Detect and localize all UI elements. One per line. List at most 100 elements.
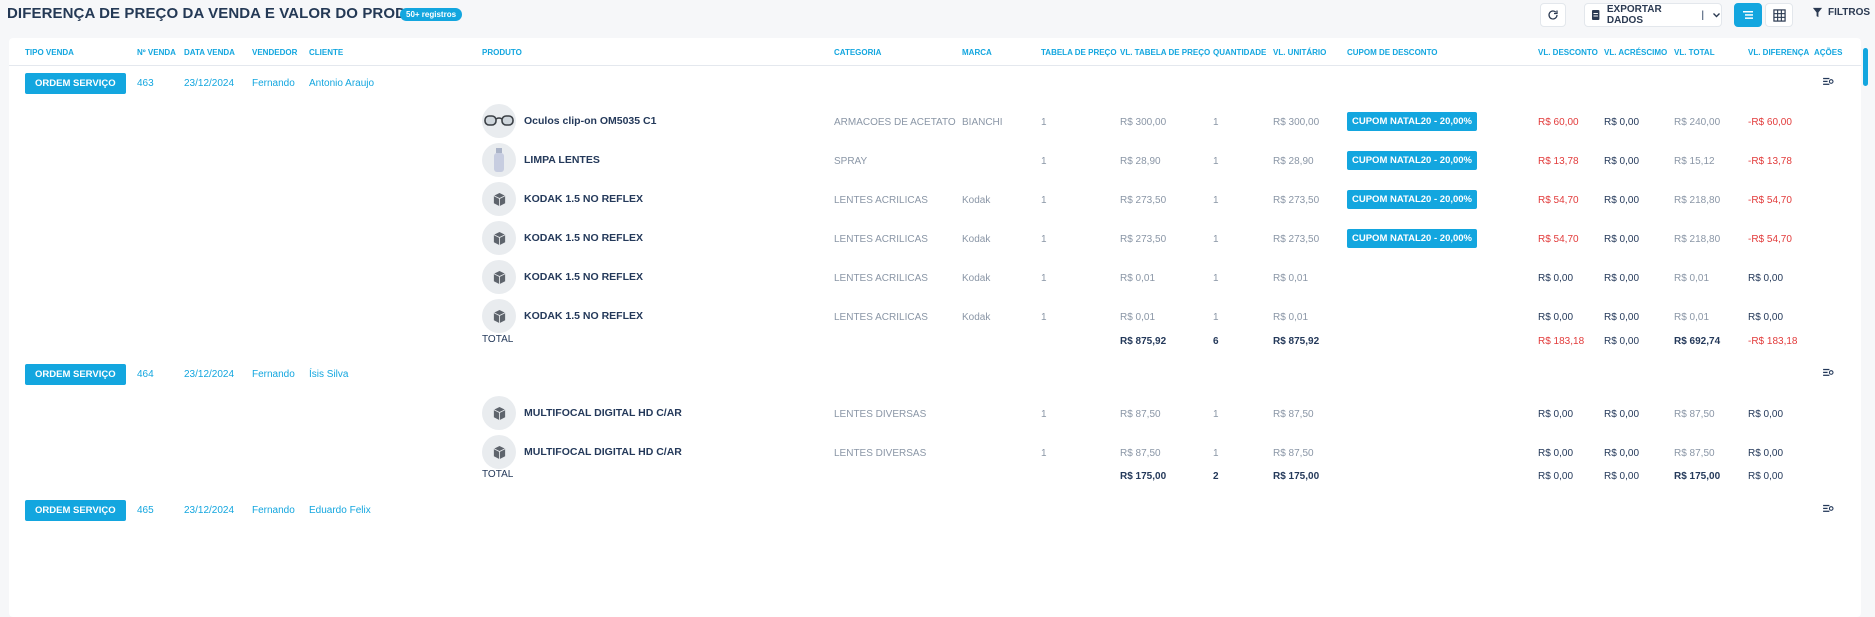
scrollbar-thumb[interactable] (1863, 48, 1868, 86)
col-data-venda[interactable]: DATA VENDA (184, 48, 235, 57)
export-separator: | (1701, 9, 1704, 21)
quantity: 1 (1213, 312, 1219, 323)
price-table-value: R$ 300,00 (1120, 117, 1167, 128)
product-thumbnail (482, 182, 516, 216)
product-category: LENTES ACRILICAS (834, 195, 928, 206)
sale-number-link[interactable]: 464 (137, 369, 154, 380)
refresh-button[interactable] (1540, 3, 1566, 27)
quantity: 1 (1213, 195, 1219, 206)
price-table-value: R$ 273,50 (1120, 195, 1167, 206)
col-vl-total[interactable]: VL. TOTAL (1674, 48, 1715, 57)
surcharge-value: R$ 0,00 (1604, 195, 1640, 206)
total-value: R$ 218,80 (1674, 234, 1721, 245)
grid-view-button[interactable] (1765, 3, 1793, 27)
coupon-badge: CUPOM NATAL20 - 20,00% (1347, 151, 1478, 170)
product-brand: BIANCHI (962, 117, 1003, 128)
discount-value: R$ 0,00 (1538, 448, 1574, 459)
surcharge-value: R$ 0,00 (1604, 117, 1640, 128)
product-category: LENTES DIVERSAS (834, 448, 927, 459)
surcharge-value: R$ 0,00 (1604, 312, 1640, 323)
col-quantidade[interactable]: QUANTIDADE (1213, 48, 1266, 57)
product-thumbnail (482, 435, 516, 469)
total-price-table-value: R$ 875,92 (1120, 336, 1167, 347)
coupon-badge: CUPOM NATAL20 - 20,00% (1347, 229, 1478, 248)
unit-value: R$ 0,01 (1273, 273, 1309, 284)
col-vl-acrescimo[interactable]: VL. ACRÉSCIMO (1604, 48, 1667, 57)
product-thumbnail (482, 299, 516, 333)
sale-client-link[interactable]: Ísis Silva (309, 369, 348, 380)
col-produto[interactable]: PRODUTO (482, 48, 522, 57)
product-name: KODAK 1.5 NO REFLEX (524, 193, 644, 205)
sale-type-button[interactable]: ORDEM SERVIÇO (25, 73, 126, 94)
col-marca[interactable]: MARCA (962, 48, 992, 57)
product-name: KODAK 1.5 NO REFLEX (524, 232, 644, 244)
sale-date: 23/12/2024 (184, 78, 235, 89)
total-value: R$ 15,12 (1674, 156, 1715, 167)
view-details-icon[interactable] (1823, 504, 1834, 515)
col-cliente[interactable]: CLIENTE (309, 48, 343, 57)
product-brand: Kodak (962, 312, 991, 323)
col-vl-unitario[interactable]: VL. UNITÁRIO (1273, 48, 1326, 57)
list-view-button[interactable] (1734, 3, 1762, 27)
total-sum: R$ 175,00 (1674, 471, 1721, 482)
price-table-value: R$ 0,01 (1120, 273, 1156, 284)
unit-value: R$ 87,50 (1273, 409, 1314, 420)
sale-type-button[interactable]: ORDEM SERVIÇO (25, 500, 126, 521)
total-surcharge: R$ 0,00 (1604, 471, 1640, 482)
total-surcharge: R$ 0,00 (1604, 336, 1640, 347)
col-vendedor[interactable]: VENDEDOR (252, 48, 297, 57)
sale-number-link[interactable]: 463 (137, 78, 154, 89)
product-thumbnail (482, 221, 516, 255)
filters-button[interactable]: FILTROS (1812, 7, 1870, 18)
refresh-icon (1548, 10, 1558, 20)
sale-number-link[interactable]: 465 (137, 505, 154, 516)
chevron-down-icon[interactable] (1712, 10, 1721, 20)
surcharge-value: R$ 0,00 (1604, 409, 1640, 420)
coupon-badge: CUPOM NATAL20 - 20,00% (1347, 190, 1478, 209)
surcharge-value: R$ 0,00 (1604, 234, 1640, 245)
quantity: 1 (1213, 273, 1219, 284)
product-category: LENTES DIVERSAS (834, 409, 927, 420)
col-vl-tabela-preco[interactable]: VL. TABELA DE PREÇO (1120, 48, 1210, 57)
price-table: 1 (1041, 156, 1047, 167)
product-thumbnail (482, 260, 516, 294)
sale-type-button[interactable]: ORDEM SERVIÇO (25, 364, 126, 385)
price-table: 1 (1041, 448, 1047, 459)
col-tabela-preco[interactable]: TABELA DE PREÇO (1041, 48, 1117, 57)
total-value: R$ 240,00 (1674, 117, 1721, 128)
total-quantity: 2 (1213, 471, 1219, 482)
product-category: SPRAY (834, 156, 868, 167)
quantity: 1 (1213, 234, 1219, 245)
table-header: TIPO VENDA Nº VENDA DATA VENDA VENDEDOR … (9, 38, 1861, 66)
price-table-value: R$ 0,01 (1120, 312, 1156, 323)
col-cupom-desconto[interactable]: CUPOM DE DESCONTO (1347, 48, 1438, 57)
scrollbar-track[interactable] (1861, 38, 1870, 617)
col-tipo-venda[interactable]: TIPO VENDA (25, 48, 74, 57)
difference-value: -R$ 60,00 (1748, 117, 1792, 128)
sale-seller: Fernando (252, 369, 295, 380)
discount-value: R$ 54,70 (1538, 195, 1579, 206)
price-table-value: R$ 28,90 (1120, 156, 1161, 167)
sale-date: 23/12/2024 (184, 369, 235, 380)
col-numero-venda[interactable]: Nº VENDA (137, 48, 176, 57)
unit-value: R$ 28,90 (1273, 156, 1314, 167)
view-details-icon[interactable] (1823, 368, 1834, 379)
price-table-value: R$ 87,50 (1120, 409, 1161, 420)
col-categoria[interactable]: CATEGORIA (834, 48, 881, 57)
view-details-icon[interactable] (1823, 77, 1834, 88)
difference-value: R$ 0,00 (1748, 273, 1784, 284)
difference-value: -R$ 54,70 (1748, 234, 1792, 245)
export-data-button[interactable]: EXPORTAR DADOS | (1584, 3, 1722, 27)
col-vl-diferenca[interactable]: VL. DIFERENÇA (1748, 48, 1809, 57)
sale-client-link[interactable]: Eduardo Felix (309, 505, 371, 516)
total-unit-value: R$ 875,92 (1273, 336, 1320, 347)
glasses-icon (484, 115, 514, 126)
product-brand: Kodak (962, 234, 991, 245)
discount-value: R$ 13,78 (1538, 156, 1579, 167)
sale-client-link[interactable]: Antonio Araujo (309, 78, 374, 89)
col-vl-desconto[interactable]: VL. DESCONTO (1538, 48, 1598, 57)
product-box-icon (493, 445, 505, 459)
document-icon (1591, 10, 1600, 20)
discount-value: R$ 54,70 (1538, 234, 1579, 245)
difference-value: R$ 0,00 (1748, 409, 1784, 420)
